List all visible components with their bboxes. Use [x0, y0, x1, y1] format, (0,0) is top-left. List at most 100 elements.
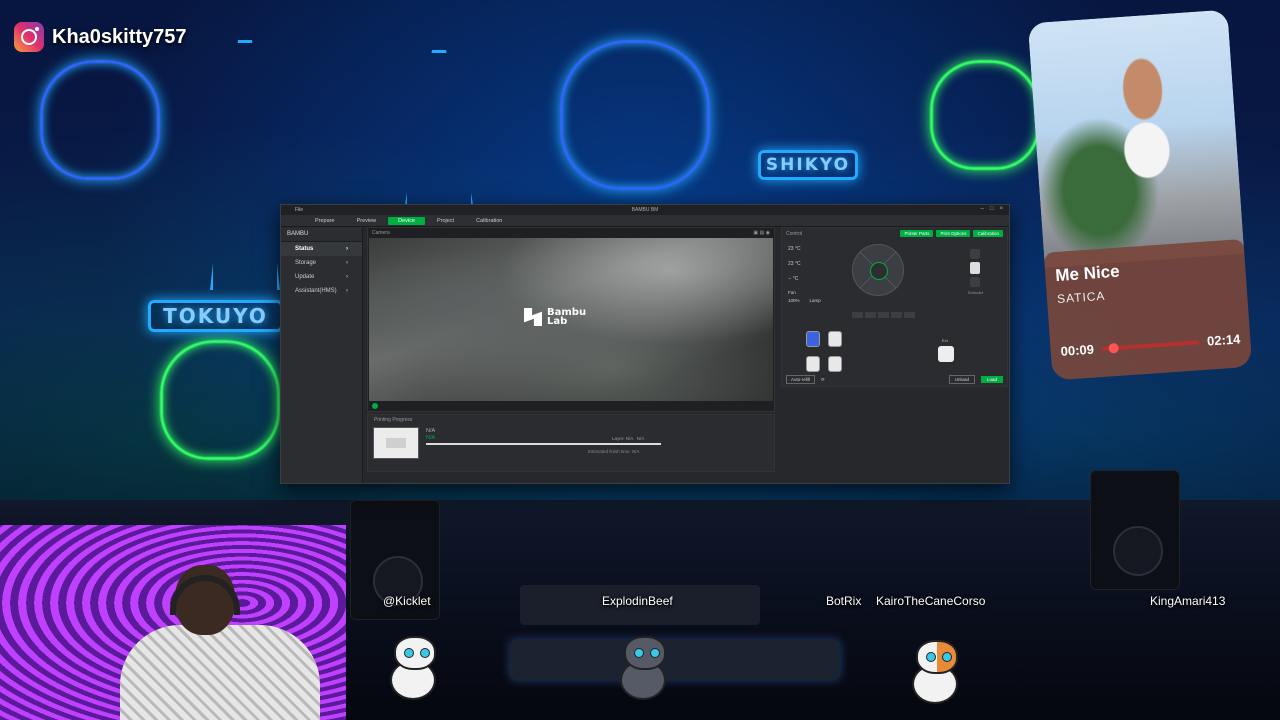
extruder-icon	[970, 262, 980, 274]
control-label: Control	[786, 230, 803, 237]
layer-value: N/A	[636, 436, 645, 441]
ams-slot[interactable]	[806, 331, 820, 347]
now-playing-card: Me Nice SATICA 00:09 02:14	[1043, 238, 1253, 381]
print-options-button[interactable]: Print Options	[936, 230, 971, 237]
printer-selector[interactable]: BAMBU	[281, 227, 362, 242]
webcam-feed	[0, 525, 346, 720]
song-progress-knob	[1108, 342, 1119, 354]
file-menu[interactable]: File	[295, 207, 303, 213]
ams-row-1	[806, 331, 842, 347]
ams-slot[interactable]	[828, 331, 842, 347]
sidebar-item-assistant[interactable]: Assistant(HMS) ›	[281, 284, 362, 298]
bambu-studio-window: File BAMBU BM – □ × Prepare Preview Devi…	[280, 204, 1010, 484]
sidebar-item-label: Status	[295, 246, 314, 252]
chamber-temp: -- °C	[788, 276, 799, 282]
main-tabs: Prepare Preview Device Project Calibrati…	[281, 215, 1009, 227]
extrude-down-button[interactable]	[970, 277, 980, 287]
neon-sign-tokuyo: TOKUYO	[148, 300, 283, 332]
sidebar-item-storage[interactable]: Storage ›	[281, 256, 362, 270]
chevron-right-icon: ›	[346, 246, 348, 252]
jog-button[interactable]	[865, 312, 876, 318]
printer-parts-button[interactable]: Printer Parts	[900, 230, 934, 237]
finish-time: Estimated finish time: N/A	[588, 449, 640, 454]
window-title: BAMBU BM	[631, 207, 659, 213]
tab-preview[interactable]: Preview	[347, 217, 387, 225]
extruder-label: Extruder	[968, 290, 984, 295]
tab-calibration[interactable]: Calibration	[466, 217, 512, 225]
external-spool[interactable]	[938, 346, 954, 362]
extrude-up-button[interactable]	[970, 249, 980, 259]
camera-panel: Camera ▣ ▤ ◉ Bambu Lab	[367, 227, 775, 412]
camera-feed: Bambu Lab	[369, 238, 773, 401]
streamer	[120, 565, 320, 720]
sidebar-item-status[interactable]: Status ›	[281, 242, 362, 256]
layer-label: Layer: N/A	[612, 436, 634, 441]
play-icon[interactable]	[372, 403, 378, 409]
print-thumbnail	[373, 427, 419, 459]
chatter-name: ExplodinBeef	[602, 594, 673, 608]
logo-text-lab: Lab	[547, 316, 568, 327]
chevron-right-icon: ›	[346, 288, 348, 294]
bambu-logo-icon	[524, 308, 542, 326]
jog-buttons	[852, 312, 915, 318]
jog-button[interactable]	[878, 312, 889, 318]
auto-refill-button[interactable]: Auto-refill	[786, 375, 816, 384]
neon-cat-left	[40, 60, 160, 180]
job-status: N/A	[426, 435, 436, 441]
camera-controls-icon[interactable]: ▣ ▤ ◉	[753, 230, 770, 236]
job-name: N/A	[426, 428, 436, 434]
jog-button[interactable]	[852, 312, 863, 318]
neon-cat-lower-left	[160, 340, 280, 460]
kicklet-cat-avatar	[390, 636, 436, 700]
load-button[interactable]: Load	[980, 376, 1003, 383]
instagram-icon	[14, 22, 44, 52]
jog-pad[interactable]	[852, 244, 904, 296]
album-art	[1027, 9, 1245, 268]
ams-slot[interactable]	[806, 356, 820, 372]
speaker-right	[1090, 470, 1180, 590]
jog-button[interactable]	[904, 312, 915, 318]
refresh-icon[interactable]: ⟳	[821, 377, 825, 383]
elapsed-time: 00:09	[1060, 341, 1095, 359]
calibration-button[interactable]: Calibration	[973, 230, 1003, 237]
now-playing-widget: Me Nice SATICA 00:09 02:14	[1027, 9, 1253, 381]
fan-speed[interactable]: 100%	[788, 298, 800, 303]
lamp-toggle[interactable]: Lamp	[810, 298, 821, 303]
song-progress-bar	[1101, 339, 1200, 354]
chatter-name: KingAmari413	[1150, 594, 1226, 608]
ext-spool-label: Ext	[942, 338, 948, 343]
fan-label: Fan	[788, 290, 796, 295]
progress-bar	[426, 443, 661, 445]
bed-temp[interactable]: 23 °C	[788, 257, 801, 272]
tab-project[interactable]: Project	[427, 217, 464, 225]
sidebar-item-label: Update	[295, 274, 315, 280]
chatter-name: KairoTheCaneCorso	[876, 594, 986, 608]
sidebar-item-label: Storage	[295, 260, 317, 266]
instagram-tag: Kha0skitty757	[14, 22, 187, 52]
instagram-handle: Kha0skitty757	[52, 25, 187, 48]
unload-button[interactable]: Unload	[948, 375, 975, 384]
tab-device[interactable]: Device	[388, 216, 425, 225]
keyboard	[510, 640, 840, 680]
chevron-right-icon: ›	[346, 274, 348, 280]
sidebar-item-update[interactable]: Update ›	[281, 270, 362, 284]
ams-slot[interactable]	[828, 356, 842, 372]
jog-button[interactable]	[891, 312, 902, 318]
fan-label-row: Fan	[788, 290, 796, 295]
nozzle-temp[interactable]: 23 °C	[788, 242, 801, 257]
maximize-icon[interactable]: □	[990, 206, 994, 212]
minimize-icon[interactable]: –	[981, 206, 984, 212]
temperature-list: 23 °C 23 °C -- °C	[788, 242, 801, 287]
tab-prepare[interactable]: Prepare	[305, 217, 345, 225]
neon-cat-center	[560, 40, 710, 190]
fan-lamp-row: 100% Lamp	[788, 298, 821, 303]
neon-sign-shikyo: SHIKYO	[758, 150, 858, 180]
chatter-name: @Kicklet	[383, 594, 431, 608]
neon-cat-right	[930, 60, 1040, 170]
chatter-name: BotRix	[826, 594, 862, 608]
title-bar: File BAMBU BM – □ ×	[281, 205, 1009, 215]
sidebar-item-label: Assistant(HMS)	[295, 288, 337, 294]
close-icon[interactable]: ×	[999, 206, 1003, 212]
explodinbeef-cat-avatar	[620, 636, 666, 700]
chevron-right-icon: ›	[346, 260, 348, 266]
